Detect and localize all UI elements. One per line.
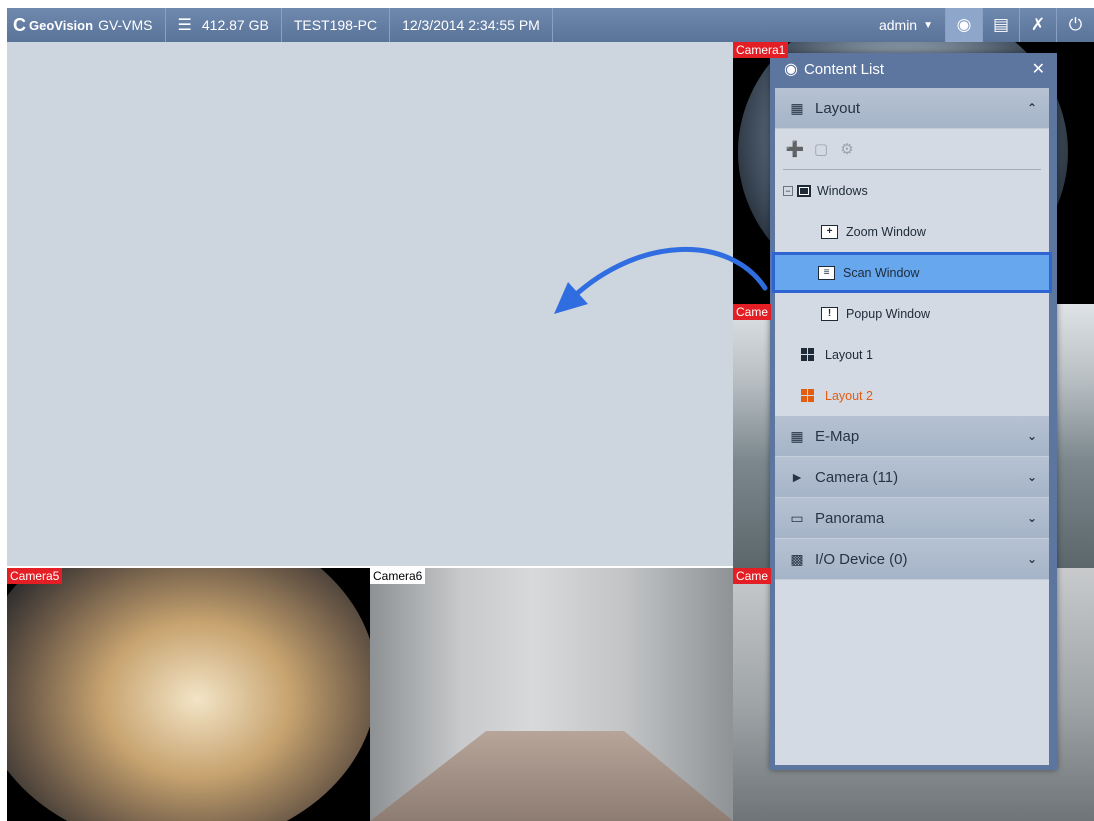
database-icon: ☰ [177,17,192,34]
tree-item-zoom-window[interactable]: + Zoom Window [775,211,1049,252]
power-icon: ⏻ [1068,15,1083,34]
main-view-pane[interactable] [7,42,733,566]
tree-item-label: Windows [817,183,868,198]
tree-item-label: Zoom Window [846,224,926,239]
layout-toolbar: ➕ ▢ ⚙ [775,129,1049,169]
live-view-button[interactable]: ◉ [946,8,983,42]
tree-item-label: Scan Window [843,265,920,280]
content-list-body: ▦ Layout ⌃ ➕ ▢ ⚙ − Windows + Zoom Window… [772,88,1052,765]
fisheye-image [7,568,370,821]
camera-view-6[interactable]: Camera6 [370,568,733,821]
tree-item-layout-2[interactable]: Layout 2 [775,375,1049,416]
section-label: E-Map [815,427,860,445]
delete-icon[interactable]: ▢ [811,140,831,158]
section-emap[interactable]: ▦ E-Map ⌄ [775,416,1049,457]
section-io-device[interactable]: ▩ I/O Device (0) ⌄ [775,539,1049,580]
settings-icon[interactable]: ⚙ [837,140,857,158]
content-list-header: ◉ Content List ✕ [770,53,1057,85]
storage-info: ☰ 412.87 GB [166,8,282,42]
caret-down-icon: ▼ [923,19,933,31]
section-label: Camera (11) [815,468,899,486]
camera-label: Camera6 [370,568,426,584]
camera-view-5[interactable]: Camera5 [7,568,370,821]
brand-name: GeoVision [29,17,94,33]
tools-button[interactable]: ✗ [1020,8,1057,42]
camera-label: Camera1 [733,42,789,58]
tree-item-popup-window[interactable]: ! Popup Window [775,293,1049,334]
storage-value: 412.87 GB [201,17,269,33]
chevron-down-icon: ⌄ [1026,429,1037,443]
panorama-icon: ▭ [790,509,804,526]
tree-item-layout-1[interactable]: Layout 1 [775,334,1049,375]
content-list-title: Content List [803,60,885,78]
tree-item-scan-window[interactable]: ≡ Scan Window [772,252,1052,293]
eye-icon: ◉ [784,61,798,78]
layout-grid-icon [801,389,817,402]
camera-label: Came [733,304,772,320]
datetime: 12/3/2014 2:34:55 PM [390,8,553,42]
eye-icon: ◉ [956,15,972,34]
tree-item-label: Popup Window [846,306,931,321]
section-camera[interactable]: ► Camera (11) ⌄ [775,457,1049,498]
user-name: admin [878,17,918,33]
section-label: I/O Device (0) [815,550,908,568]
camera-icon: ► [790,469,804,485]
film-icon: ▤ [992,15,1010,34]
section-label: Layout [815,99,861,117]
chevron-up-icon: ⌃ [1026,101,1037,115]
app-logo: C GeoVision GV-VMS [7,8,166,42]
power-button[interactable]: ⏻ [1057,8,1094,42]
camera-label: Camera5 [7,568,63,584]
collapse-icon[interactable]: − [783,185,793,196]
scan-window-icon: ≡ [818,265,835,280]
io-device-icon: ▩ [790,550,804,567]
chevron-down-icon: ⌄ [1026,511,1037,525]
camera-label: Came [733,568,772,584]
section-label: Panorama [815,509,885,527]
close-icon[interactable]: ✕ [1032,59,1045,79]
chevron-down-icon: ⌄ [1026,552,1037,566]
geovision-logo-icon: C [13,14,26,35]
map-icon: ▦ [790,427,804,444]
section-layout[interactable]: ▦ Layout ⌃ [775,88,1049,129]
layout-grid-icon: ▦ [790,99,804,116]
content-list-panel: ◉ Content List ✕ ▦ Layout ⌃ ➕ ▢ ⚙ − Wind… [770,53,1057,770]
tree-item-windows[interactable]: − Windows [775,170,1049,211]
zoom-window-icon: + [821,224,838,239]
add-icon[interactable]: ➕ [785,140,805,158]
chevron-down-icon: ⌄ [1026,470,1037,484]
tree-item-label: Layout 1 [825,347,873,362]
popup-window-icon: ! [821,306,838,321]
top-bar: C GeoVision GV-VMS ☰ 412.87 GB TEST198-P… [7,8,1094,42]
pc-name: TEST198-PC [282,8,391,42]
section-panorama[interactable]: ▭ Panorama ⌄ [775,498,1049,539]
product-name: GV-VMS [98,17,153,33]
user-menu[interactable]: admin ▼ [867,8,946,42]
layout-grid-icon [801,348,817,361]
playback-button[interactable]: ▤ [983,8,1020,42]
tree-item-label: Layout 2 [825,388,873,403]
tools-icon: ✗ [1030,15,1046,34]
window-icon [797,184,811,197]
